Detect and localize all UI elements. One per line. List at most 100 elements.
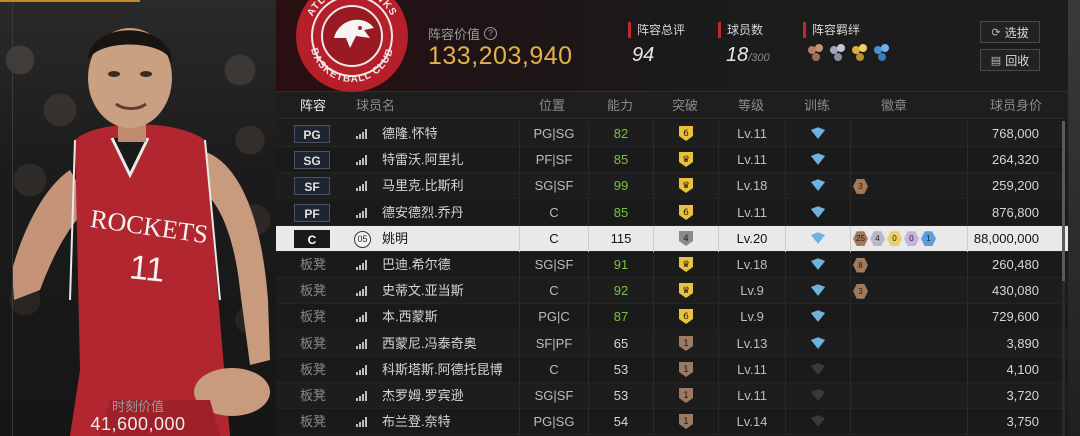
badges-cell[interactable] [851,121,967,147]
player-name[interactable]: 姚明 [382,226,408,252]
training-icon[interactable] [810,125,826,142]
player-name[interactable]: 马里克.比斯利 [382,173,464,199]
badges-cell[interactable] [851,147,967,173]
lineup-slot-badge[interactable]: PG [294,125,330,143]
badges-cell[interactable]: 8 [851,252,967,278]
training-cell[interactable] [785,225,851,252]
table-row[interactable]: 板凳 布兰登.奈特 PG|SG 54 1 Lv.14 3,750 [276,409,1068,436]
badges-cell[interactable] [851,409,967,435]
table-row[interactable]: 板凳 本.西蒙斯 PG|C 87 6 Lv.9 729,600 [276,304,1068,331]
badges-cell[interactable] [851,331,967,357]
column-price[interactable]: 球员身价 [990,92,1042,119]
chemistry-icons[interactable] [808,44,892,62]
player-name[interactable]: 布兰登.奈特 [382,409,451,435]
column-level[interactable]: 等级 [738,92,764,119]
training-icon[interactable] [810,151,826,168]
column-position[interactable]: 位置 [539,92,565,119]
table-row[interactable]: 板凳 巴迪.希尔德 SG|SF 91 ♛ Lv.18 8 260,480 [276,252,1068,278]
player-name[interactable]: 德隆.怀特 [382,121,438,147]
training-icon[interactable] [810,361,826,378]
player-name[interactable]: 巴迪.希尔德 [382,252,451,278]
training-icon[interactable] [810,282,826,299]
training-cell[interactable] [785,199,851,226]
badge-hex-icon[interactable]: 1 [921,231,936,247]
table-row[interactable]: 板凳 科斯塔斯.阿德托昆博 C 53 1 Lv.11 4,100 [276,356,1068,383]
player-name[interactable]: 德安德烈.乔丹 [382,200,464,226]
table-row[interactable]: 板凳 杰罗姆.罗宾逊 SG|SF 53 1 Lv.11 3,720 [276,383,1068,409]
recycle-icon: ▤ [990,54,1002,67]
table-row[interactable]: 板凳 西蒙尼.冯泰奇奥 SF|PF 65 1 Lv.13 3,890 [276,330,1068,357]
table-row[interactable]: C 05 姚明 C 115 4 Lv.20 25 4 0 0 1 88,000,000 [276,225,1068,252]
chemistry-gold-icon[interactable] [852,44,870,62]
training-cell[interactable] [785,121,851,147]
badges-cell[interactable]: 3 [851,173,967,199]
training-cell[interactable] [785,330,851,357]
badge-hex-icon[interactable]: 3 [853,178,868,194]
training-cell[interactable] [785,409,851,436]
training-icon[interactable] [810,204,826,221]
training-icon[interactable] [810,230,826,247]
badges-cell[interactable]: 3 [851,278,967,304]
rating-value: 94 [632,44,655,66]
training-icon[interactable] [810,256,826,273]
badges-cell[interactable] [851,200,967,226]
signal-bars-icon [356,417,368,428]
badge-hex-icon[interactable]: 0 [887,231,902,247]
column-lineup[interactable]: 阵容 [300,92,326,119]
player-name[interactable]: 杰罗姆.罗宾逊 [382,383,464,409]
lineup-slot-badge[interactable]: C [294,229,330,248]
player-name[interactable]: 科斯塔斯.阿德托昆博 [382,357,503,383]
column-breakthrough[interactable]: 突破 [672,92,698,119]
training-cell[interactable] [785,173,851,200]
badges-cell[interactable]: 25 4 0 0 1 [851,226,967,252]
table-row[interactable]: 板凳 史蒂文.亚当斯 C 92 ♛ Lv.9 3 430,080 [276,278,1068,305]
training-icon[interactable] [810,177,826,194]
chemistry-blue-icon[interactable] [874,44,892,62]
table-row[interactable]: PF 德安德烈.乔丹 C 85 6 Lv.11 876,800 [276,199,1068,226]
table-row[interactable]: SF 马里克.比斯利 SG|SF 99 ♛ Lv.18 3 259,200 [276,173,1068,200]
help-icon[interactable]: ? [484,27,498,40]
table-row[interactable]: SG 特雷沃.阿里扎 PF|SF 85 ♛ Lv.11 264,320 [276,147,1068,174]
training-icon[interactable] [810,335,826,352]
chemistry-silver-icon[interactable] [830,44,848,62]
scrollbar-thumb[interactable] [1062,121,1065,281]
training-icon[interactable] [810,308,826,325]
player-name[interactable]: 本.西蒙斯 [382,304,438,330]
training-cell[interactable] [785,252,851,278]
column-badges[interactable]: 徽章 [881,92,907,119]
recycle-button[interactable]: ▤ 回收 [980,49,1040,71]
training-cell[interactable] [785,304,851,331]
badges-cell[interactable] [851,304,967,330]
training-cell[interactable] [785,383,851,409]
badges-cell[interactable] [851,357,967,383]
badge-hex-icon[interactable]: 3 [853,283,868,299]
column-name[interactable]: 球员名 [356,92,395,119]
badge-hex-icon[interactable]: 4 [870,231,885,247]
lineup-slot-badge[interactable]: SF [294,177,330,196]
lineup-slot-badge[interactable]: PF [294,203,330,222]
player-name[interactable]: 特雷沃.阿里扎 [382,147,464,173]
training-cell[interactable] [785,147,851,174]
training-cell[interactable] [785,356,851,383]
player-level: Lv.18 [736,257,768,272]
badges-cell[interactable] [851,383,967,409]
table-row[interactable]: PG 德隆.怀特 PG|SG 82 6 Lv.11 768,000 [276,121,1068,147]
chemistry-bronze-icon[interactable] [808,44,826,62]
badge-hex-icon[interactable]: 0 [904,231,919,247]
player-name[interactable]: 西蒙尼.冯泰奇奥 [382,331,477,357]
column-ability[interactable]: 能力 [607,92,633,119]
player-card[interactable]: ROCKETS 11 时刻价值 41,600,000 [0,0,276,436]
badge-hex-icon[interactable]: 8 [853,257,868,273]
edge-strip [1068,0,1080,436]
badge-hex-icon[interactable]: 25 [853,231,868,247]
lineup-slot-badge[interactable]: SG [294,151,330,170]
column-training[interactable]: 训练 [804,92,830,119]
breakthrough-value: 6 [683,129,689,139]
breakthrough-shield-icon: 1 [679,388,693,404]
training-cell[interactable] [785,278,851,305]
player-name[interactable]: 史蒂文.亚当斯 [382,278,464,304]
training-icon[interactable] [810,387,826,404]
select-button[interactable]: ⟳ 选拔 [980,21,1040,43]
player-ability: 53 [613,361,629,377]
training-icon[interactable] [810,413,826,430]
